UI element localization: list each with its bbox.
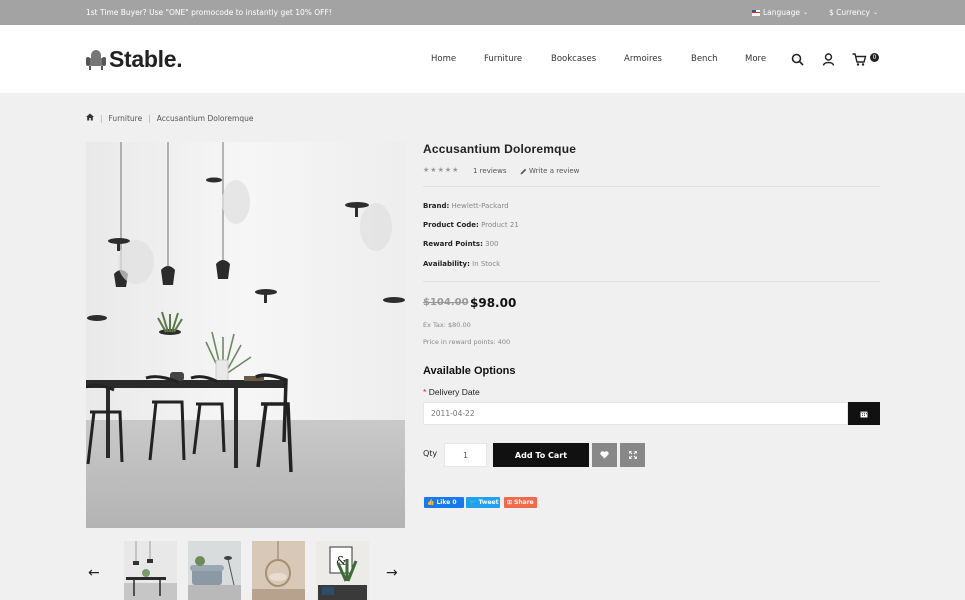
flag-icon bbox=[752, 9, 760, 16]
add-to-cart-button[interactable]: Add To Cart bbox=[493, 443, 589, 467]
expand-icon bbox=[628, 451, 637, 459]
breadcrumb-furniture[interactable]: Furniture bbox=[109, 114, 143, 123]
arrow-left-icon[interactable]: ← bbox=[88, 565, 100, 581]
wishlist-button[interactable] bbox=[592, 443, 617, 467]
chevron-down-icon: ⌄ bbox=[872, 9, 878, 16]
cart-icon[interactable] bbox=[852, 51, 867, 70]
home-icon[interactable] bbox=[86, 113, 94, 123]
required-mark: * bbox=[423, 387, 427, 397]
calendar-button[interactable] bbox=[848, 402, 880, 425]
cart-count-badge: 0 bbox=[870, 53, 879, 62]
delivery-date-label: * Delivery Date bbox=[423, 387, 480, 397]
facebook-like-button[interactable]: 👍 Like 0 bbox=[424, 497, 464, 508]
breadcrumb-product[interactable]: Accusantium Doloremque bbox=[157, 114, 254, 123]
old-price: $104.00 bbox=[423, 297, 469, 308]
promo-text: 1st Time Buyer? Use "ONE" promocode to i… bbox=[86, 8, 332, 17]
share-label: Share bbox=[514, 499, 534, 506]
breadcrumb: | Furniture | Accusantium Doloremque bbox=[86, 113, 253, 123]
delivery-date-input[interactable] bbox=[423, 402, 848, 425]
options-heading: Available Options bbox=[423, 365, 516, 377]
nav-bookcases[interactable]: Bookcases bbox=[551, 54, 596, 64]
user-icon[interactable] bbox=[822, 51, 835, 70]
tweet-label: Tweet bbox=[478, 499, 499, 506]
spec-reward-points: Reward Points: 300 bbox=[423, 240, 499, 248]
site-header: Stable. Home Furniture Bookcases Armoire… bbox=[0, 25, 965, 93]
breadcrumb-separator: | bbox=[100, 113, 103, 123]
nav-home[interactable]: Home bbox=[431, 54, 456, 64]
promo-bar: 1st Time Buyer? Use "ONE" promocode to i… bbox=[0, 0, 965, 25]
currency-label: $ Currency bbox=[829, 8, 870, 17]
divider bbox=[423, 281, 880, 282]
armchair-icon bbox=[86, 49, 106, 71]
star-icon: ★ bbox=[444, 166, 452, 174]
spec-reward-value: 300 bbox=[485, 240, 499, 248]
tweet-button[interactable]: 🐦 Tweet bbox=[466, 497, 500, 508]
qty-input[interactable] bbox=[444, 443, 487, 467]
reward-points-text: Price in reward points: 400 bbox=[423, 338, 511, 346]
spec-code-value: Product 21 bbox=[481, 221, 519, 229]
share-button[interactable]: ⊞ Share bbox=[504, 497, 537, 508]
nav-furniture[interactable]: Furniture bbox=[484, 54, 522, 64]
rating-stars: ★ ★ ★ ★ ★ bbox=[423, 166, 458, 174]
write-review-link[interactable]: Write a review bbox=[520, 167, 579, 175]
search-icon[interactable] bbox=[791, 51, 804, 70]
facebook-like-label: Like 0 bbox=[436, 499, 457, 506]
spec-product-code: Product Code: Product 21 bbox=[423, 221, 519, 229]
logo-text: Stable. bbox=[109, 46, 183, 72]
spec-availability-value: In Stock bbox=[472, 260, 501, 268]
nav-armoires[interactable]: Armoires bbox=[624, 54, 662, 64]
thumbnail-3[interactable] bbox=[252, 541, 305, 600]
divider bbox=[423, 186, 880, 187]
spec-brand-value[interactable]: Hewlett-Packard bbox=[452, 202, 509, 210]
star-icon: ★ bbox=[430, 166, 437, 174]
calendar-icon bbox=[860, 411, 868, 417]
thumbs-up-icon: 👍 bbox=[427, 499, 435, 506]
twitter-bird-icon: 🐦 bbox=[469, 499, 477, 506]
product-title: Accusantium Doloremque bbox=[423, 142, 577, 156]
product-main-image[interactable] bbox=[86, 142, 405, 528]
star-icon: ★ bbox=[452, 166, 459, 174]
spec-brand: Brand: Hewlett-Packard bbox=[423, 202, 509, 210]
thumbnail-4[interactable]: & bbox=[316, 541, 369, 600]
currency-selector[interactable]: $ Currency ⌄ bbox=[829, 8, 878, 17]
reviews-link[interactable]: 1 reviews bbox=[473, 167, 506, 175]
qty-label: Qty bbox=[423, 449, 438, 458]
pencil-icon bbox=[520, 168, 527, 174]
heart-icon bbox=[600, 451, 609, 459]
language-label: Language bbox=[763, 8, 801, 17]
write-review-label: Write a review bbox=[529, 167, 580, 175]
chevron-down-icon: ⌄ bbox=[803, 9, 809, 16]
star-icon: ★ bbox=[437, 166, 444, 174]
thumbnail-2[interactable] bbox=[188, 541, 241, 600]
nav-bench[interactable]: Bench bbox=[691, 54, 718, 64]
arrow-right-icon[interactable]: → bbox=[386, 565, 398, 581]
site-logo[interactable]: Stable. bbox=[86, 46, 183, 73]
current-price: $98.00 bbox=[470, 296, 517, 310]
breadcrumb-separator: | bbox=[148, 113, 151, 123]
spec-availability: Availability: In Stock bbox=[423, 260, 501, 268]
star-icon: ★ bbox=[423, 166, 430, 174]
nav-more[interactable]: More bbox=[745, 54, 766, 64]
ex-tax-text: Ex Tax: $80.00 bbox=[423, 321, 471, 329]
compare-button[interactable] bbox=[620, 443, 645, 467]
thumbnail-1[interactable] bbox=[124, 541, 177, 600]
language-selector[interactable]: Language ⌄ bbox=[752, 8, 808, 17]
share-icon: ⊞ bbox=[507, 499, 513, 506]
